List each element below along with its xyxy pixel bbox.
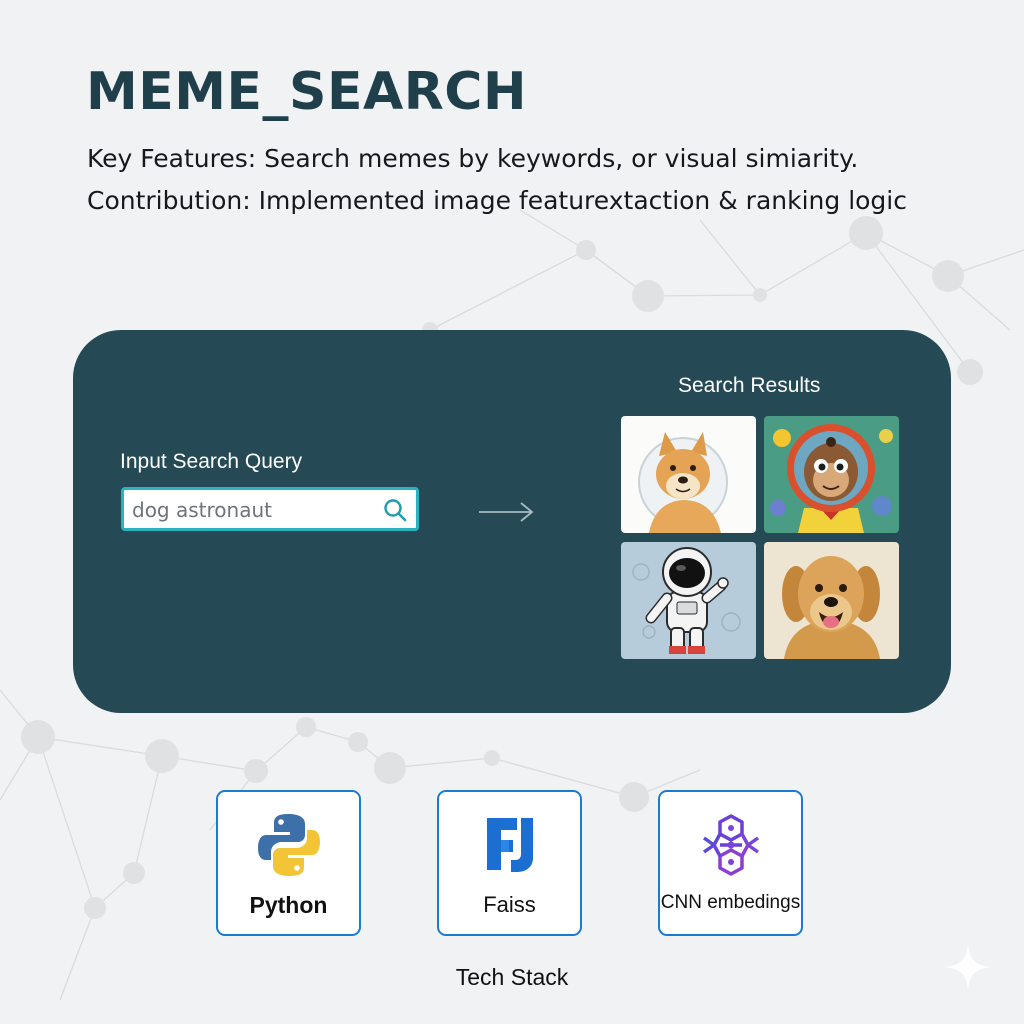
- tech-stack-label: Tech Stack: [455, 964, 569, 990]
- sparkle-icon: [945, 944, 991, 990]
- key-features-text: Key Features: Search memes by keywords, …: [87, 144, 859, 173]
- tech-card-python: Python: [216, 790, 361, 936]
- tech-card-faiss: Faiss: [437, 790, 582, 936]
- contribution-text: Contribution: Implemented image featurex…: [87, 186, 907, 215]
- network-nodes-icon: [702, 814, 760, 876]
- search-input[interactable]: [132, 495, 372, 525]
- page-title: MEME_SEARCH: [86, 62, 527, 122]
- tech-card-cnn-embeddings: CNN embedings: [658, 790, 803, 936]
- tech-label-python: Python: [249, 892, 328, 918]
- search-demo-panel: Input Search Query Search Results: [73, 330, 951, 713]
- search-icon[interactable]: [382, 497, 408, 523]
- search-query-label: Input Search Query: [120, 450, 303, 473]
- tech-label-faiss: Faiss: [483, 892, 536, 917]
- faiss-logo-icon: [487, 818, 533, 872]
- result-image-cartoon-monkey[interactable]: [764, 416, 899, 533]
- search-results-label: Search Results: [678, 374, 821, 397]
- result-image-doge[interactable]: [621, 416, 756, 533]
- arrow-right-icon: [479, 502, 534, 522]
- result-image-golden-retriever[interactable]: [764, 542, 899, 659]
- search-box[interactable]: [121, 487, 419, 531]
- python-logo-icon: [258, 814, 320, 876]
- tech-label-cnn-embeddings: CNN embedings: [660, 892, 801, 913]
- result-image-astronaut[interactable]: [621, 542, 756, 659]
